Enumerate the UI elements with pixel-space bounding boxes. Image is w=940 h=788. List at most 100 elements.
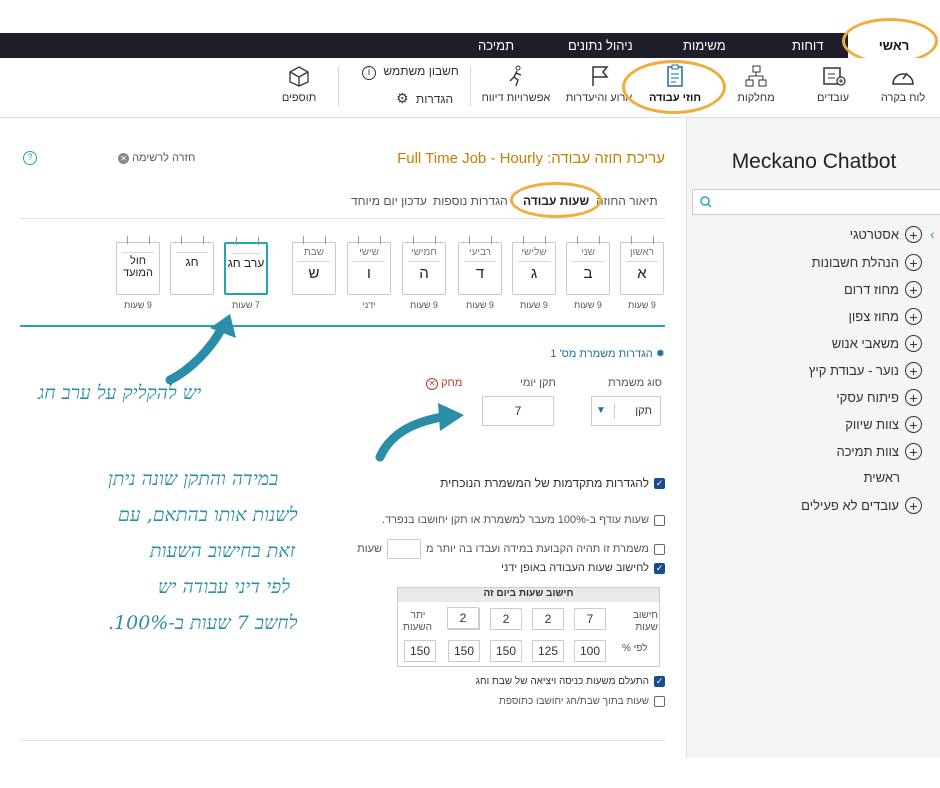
sidebar-item-hr[interactable]: + משאבי אנוש [832, 335, 922, 352]
checkbox-checked[interactable]: ✓ [654, 562, 665, 574]
plus-circle-icon[interactable]: + [905, 389, 922, 406]
tab-additional-settings[interactable]: הגדרות נוספות [433, 194, 508, 208]
day-card-chol-hamoed[interactable]: חול המועד [116, 236, 160, 295]
fixed-shift-hours-input[interactable] [387, 539, 422, 559]
top-nav-support[interactable]: תמיכה [478, 38, 514, 53]
calc-hours-cell[interactable]: 2 [490, 608, 522, 630]
tab-contract-description[interactable]: תיאור החוזה [596, 194, 658, 208]
manual-calc-option[interactable]: ✓ לחישוב שעות העבודה באופן ידני [501, 562, 665, 574]
checkbox-unchecked[interactable] [654, 514, 665, 526]
day-card-saturday[interactable]: שבת ש [292, 236, 336, 295]
sidebar-search-input[interactable] [692, 189, 940, 215]
annotation-arrow-right [375, 403, 464, 462]
tool-report-options-label: אפשרויות דיווח [481, 92, 551, 104]
day-hours: 9 שעות [410, 300, 438, 310]
checkbox-checked[interactable]: ✓ [654, 676, 665, 687]
help-icon[interactable]: ? [23, 151, 37, 165]
plus-circle-icon[interactable]: + [905, 497, 922, 514]
sidebar-item-main[interactable]: ראשית [864, 470, 900, 485]
sidebar-item-marketing[interactable]: + צוות שיווק [845, 416, 922, 433]
plus-circle-icon[interactable]: + [905, 443, 922, 460]
sidebar-item-bizdev[interactable]: + פיתוח עסקי [836, 389, 922, 406]
checkbox-unchecked[interactable] [654, 543, 665, 555]
toolbar: לוח בקרה עובדים מחלקות חוזי עבודה ארוע ו… [0, 58, 940, 118]
advanced-settings-toggle[interactable]: ✓ להגדרות מתקדמות של המשמרת הנוכחית [440, 476, 665, 490]
sidebar-item-north[interactable]: + מחוז צפון [849, 308, 922, 325]
sidebar-item-youth[interactable]: + נוער - עבודת קיץ [809, 362, 922, 379]
sidebar-item-strategic[interactable]: + אסטרטגי [850, 226, 922, 243]
sidebar-item-accounting[interactable]: + הנהלת חשבונות [812, 254, 922, 271]
speedometer-icon [892, 72, 914, 85]
calc-percent-cell[interactable]: 150 [490, 640, 522, 662]
day-name: חמישי [411, 247, 437, 258]
inner-hours-option[interactable]: שעות בתוך שבת/חג יחושבו כתוספת [499, 696, 665, 707]
calc-percent-cell[interactable]: 150 [404, 640, 436, 662]
shift-type-select[interactable]: תקן ▼ [591, 396, 661, 426]
plus-circle-icon[interactable]: + [905, 416, 922, 433]
fixed-shift-suffix: שעות [357, 543, 383, 555]
checkbox-checked[interactable]: ✓ [654, 477, 665, 489]
annotation-line-2: לשנות אותו בהתאם, עם [118, 504, 298, 526]
overtime-option[interactable]: שעות עודף ב-100% מעבר למשמרת או תקן יחוש… [382, 514, 665, 526]
sidebar-item-label: צוות שיווק [845, 417, 899, 432]
sidebar-item-label: אסטרטגי [849, 227, 899, 242]
close-circle-icon: ✕ [426, 378, 438, 390]
ignore-entry-option[interactable]: ✓ התעלם משעות כניסה ויציאה של שבת וחג [476, 676, 665, 687]
plus-circle-icon[interactable]: + [905, 362, 922, 379]
tool-dashboard[interactable]: לוח בקרה [866, 62, 940, 114]
day-card-holiday-eve[interactable]: ערב חג [224, 237, 268, 295]
day-card-sunday[interactable]: ראשון א [620, 236, 664, 295]
checkbox-unchecked[interactable] [654, 696, 665, 707]
tool-addons[interactable]: תוספים [262, 62, 336, 114]
day-card-monday[interactable]: שני ב [566, 236, 610, 295]
day-card-friday[interactable]: שישי ו [347, 236, 391, 295]
top-nav-data-management[interactable]: ניהול נתונים [568, 38, 633, 53]
plus-circle-icon[interactable]: + [905, 281, 922, 298]
day-name: שלישי [521, 247, 547, 258]
day-hours: 9 שעות [124, 300, 152, 310]
highlight-ring-contracts [622, 60, 726, 114]
top-nav-tasks[interactable]: משימות [683, 38, 726, 53]
delete-shift-button[interactable]: מחק ✕ [426, 377, 462, 390]
annotation-holiday-eve: יש להקליק על ערב חג [38, 382, 202, 404]
day-card-holiday[interactable]: חג [170, 236, 214, 295]
daily-standard-input[interactable]: 7 [482, 396, 554, 426]
tool-report-options[interactable]: אפשרויות דיווח [474, 62, 558, 114]
plus-circle-icon[interactable]: + [905, 308, 922, 325]
user-account-link[interactable]: חשבון משתמש i [362, 64, 459, 80]
tool-employees[interactable]: עובדים [796, 62, 870, 114]
day-hours: ידני [362, 300, 376, 310]
plus-circle-icon[interactable]: + [905, 226, 922, 243]
plus-circle-icon[interactable]: + [905, 254, 922, 271]
close-icon: ✕ [118, 153, 129, 164]
sidebar-item-label: משאבי אנוש [831, 336, 899, 351]
calc-hours-cell[interactable]: 2 [532, 608, 564, 630]
calc-hours-cell[interactable]: 2 [447, 607, 479, 629]
day-hours: 9 שעות [628, 300, 656, 310]
back-to-list-link[interactable]: חזרה לרשימה ✕ [118, 152, 195, 164]
top-nav-reports[interactable]: דוחות [792, 38, 824, 53]
calc-percent-cell[interactable]: 150 [448, 640, 480, 662]
calc-hours-cell[interactable]: 7 [574, 608, 606, 630]
day-card-wednesday[interactable]: רביעי ד [458, 236, 502, 295]
info-icon: i [362, 66, 376, 80]
sidebar-item-inactive[interactable]: + עובדים לא פעילים [801, 497, 922, 514]
day-letter: ו [367, 265, 371, 282]
plus-circle-icon[interactable]: + [905, 335, 922, 352]
tool-departments[interactable]: מחלקות [719, 62, 793, 114]
fixed-shift-option[interactable]: משמרת זו תהיה הקבועת במידה ועבדו בה יותר… [357, 539, 665, 559]
tab-special-day-update[interactable]: עדכון יום מיוחד [351, 194, 427, 208]
calc-percent-cell[interactable]: 125 [532, 640, 564, 662]
flag-icon [592, 66, 609, 86]
day-card-thursday[interactable]: חמישי ה [402, 236, 446, 295]
day-card-tuesday[interactable]: שלישי ג [512, 236, 556, 295]
org-chart-icon [745, 65, 767, 87]
sidebar-item-support[interactable]: + צוות תמיכה [836, 443, 922, 460]
annotation-line-3: זאת בחישוב השעות [150, 540, 296, 562]
chevron-left-icon[interactable]: ‹ [930, 226, 935, 242]
hours-calc-table: חישוב שעות ביום זה חישוב שעות לפי % יתר … [397, 587, 660, 667]
sidebar-item-south[interactable]: + מחוז דרום [844, 281, 922, 298]
settings-link[interactable]: הגדרות ⚙ [396, 90, 453, 107]
day-name: ראשון [630, 247, 654, 258]
calc-percent-cell[interactable]: 100 [574, 640, 606, 662]
